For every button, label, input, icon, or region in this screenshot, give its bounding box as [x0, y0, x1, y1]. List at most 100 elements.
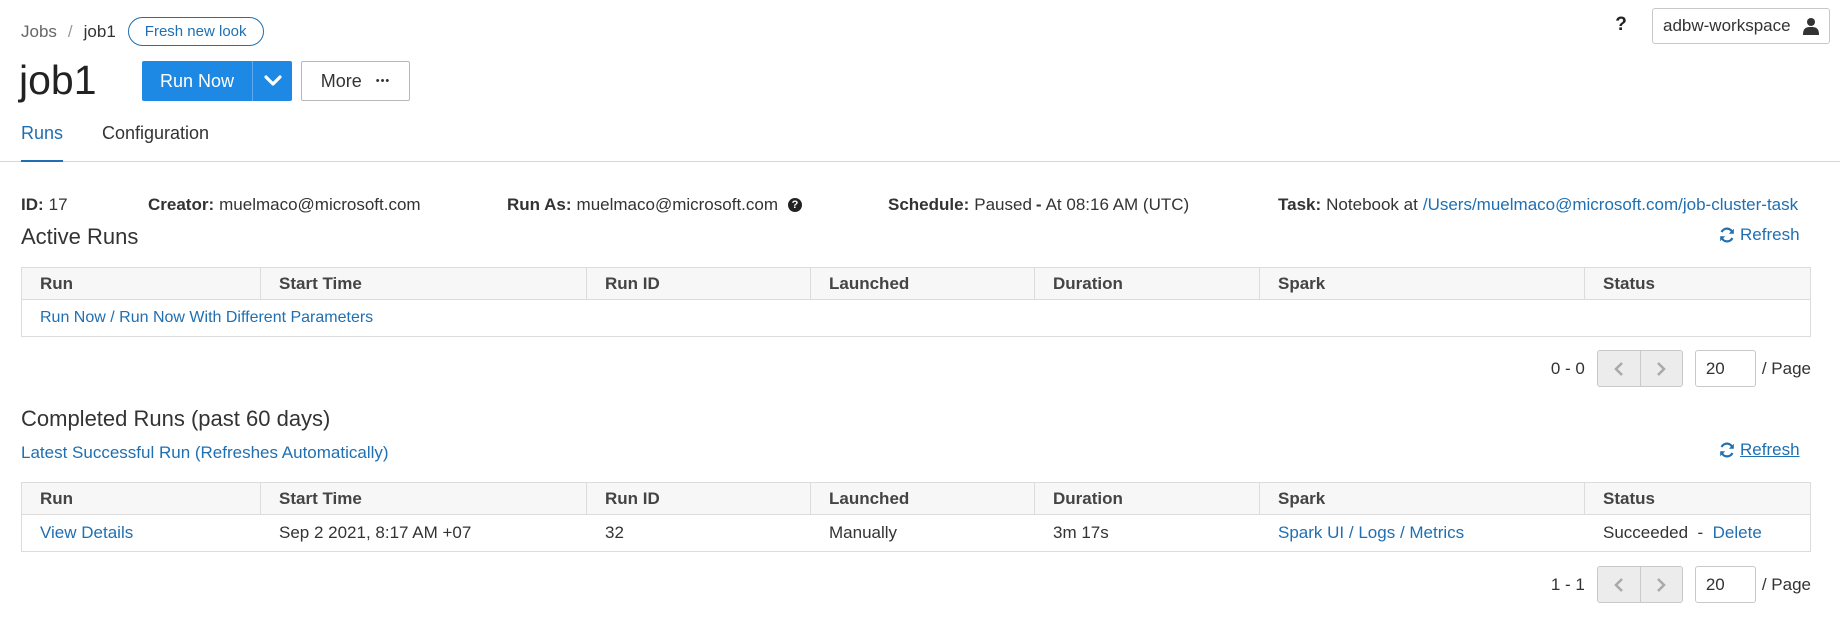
active-runs-empty-row: Run Now / Run Now With Different Paramet… [22, 300, 1810, 336]
per-page-label: / Page [1761, 574, 1811, 594]
run-now-button[interactable]: Run Now [142, 61, 252, 101]
id-label: ID: [21, 195, 44, 214]
tab-bar: Runs Configuration [0, 115, 1840, 162]
schedule-separator: - [1035, 195, 1042, 214]
completed-runs-title: Completed Runs (past 60 days) [21, 406, 331, 431]
refresh-label: Refresh [1740, 440, 1800, 459]
refresh-icon [1720, 227, 1734, 243]
completed-runs-refresh-button[interactable]: Refresh [1719, 440, 1800, 460]
status-cell: Succeeded - Delete [1585, 523, 1810, 543]
help-icon[interactable]: ? [1610, 14, 1632, 36]
start-time-cell: Sep 2 2021, 8:17 AM +07 [279, 523, 472, 542]
spark-ui-link[interactable]: Spark UI [1278, 523, 1344, 542]
per-page-label: / Page [1761, 358, 1811, 378]
active-runs-title: Active Runs [21, 224, 139, 249]
breadcrumb-separator: / [67, 21, 73, 41]
table-header: Run Start Time Run ID Launched Duration … [22, 268, 1810, 300]
workspace-menu-button[interactable]: adbw-workspace [1652, 8, 1830, 44]
table-row: View Details Sep 2 2021, 8:17 AM +07 32 … [22, 515, 1810, 551]
view-details-link[interactable]: View Details [40, 523, 133, 542]
task-notebook-link[interactable]: /Users/muelmaco@microsoft.com/job-cluste… [1423, 195, 1798, 215]
more-label: More [320, 70, 362, 91]
job-id: ID: 17 [21, 195, 68, 215]
latest-successful-run-link[interactable]: Latest Successful Run (Refreshes Automat… [21, 443, 389, 463]
spark-cell: Spark UI / Logs / Metrics [1260, 523, 1585, 543]
tab-configuration[interactable]: Configuration [102, 123, 209, 162]
launched-cell: Manually [829, 523, 898, 542]
logs-link[interactable]: Logs [1358, 523, 1395, 542]
breadcrumb-jobs-link[interactable]: Jobs [21, 22, 57, 42]
column-header-status[interactable]: Status [1585, 483, 1810, 514]
status-text: Succeeded [1603, 523, 1689, 542]
job-creator: Creator: muelmaco@microsoft.com [148, 195, 421, 215]
column-header-run-id[interactable]: Run ID [587, 268, 811, 299]
workspace-label: adbw-workspace [1663, 16, 1791, 35]
pagination-buttons [1596, 350, 1683, 387]
column-header-run[interactable]: Run [22, 483, 261, 514]
column-header-start-time[interactable]: Start Time [261, 268, 587, 299]
link-separator: / [105, 309, 120, 326]
active-runs-pagination: 0 - 0 / Page [1551, 350, 1811, 387]
column-header-spark[interactable]: Spark [1260, 483, 1585, 514]
pagination-range: 0 - 0 [1550, 358, 1585, 378]
link-separator: / [1399, 523, 1410, 542]
breadcrumb-current: job1 [83, 21, 116, 41]
column-header-start-time[interactable]: Start Time [261, 483, 587, 514]
link-separator: / [1348, 523, 1359, 542]
user-icon [1803, 18, 1819, 35]
page-title: job1 [19, 57, 97, 103]
previous-page-button[interactable] [1598, 351, 1640, 386]
chevron-down-icon [263, 75, 282, 86]
duration-cell: 3m 17s [1053, 523, 1109, 542]
creator-value: muelmaco@microsoft.com [219, 195, 421, 214]
page-size-input[interactable] [1694, 566, 1756, 603]
run-now-dropdown-button[interactable] [252, 61, 292, 101]
previous-page-button[interactable] [1598, 567, 1640, 602]
id-value: 17 [48, 195, 68, 214]
column-header-launched[interactable]: Launched [811, 268, 1035, 299]
run-as-value: muelmaco@microsoft.com [576, 195, 778, 214]
column-header-run[interactable]: Run [22, 268, 261, 299]
metrics-link[interactable]: Metrics [1409, 523, 1464, 542]
completed-runs-table: Run Start Time Run ID Launched Duration … [21, 482, 1811, 552]
chevron-right-icon [1657, 361, 1667, 376]
pagination-range: 1 - 1 [1550, 574, 1585, 594]
next-page-button[interactable] [1639, 567, 1682, 602]
run-now-link[interactable]: Run Now [40, 309, 106, 327]
schedule-time: At 08:16 AM (UTC) [1045, 195, 1190, 214]
column-header-launched[interactable]: Launched [811, 483, 1035, 514]
tab-runs[interactable]: Runs [21, 123, 63, 162]
pagination-buttons [1596, 566, 1683, 603]
ellipsis-icon: ••• [375, 75, 391, 87]
job-run-as: Run As: muelmaco@microsoft.com ? [507, 195, 802, 215]
task-label: Task: [1278, 195, 1322, 214]
task-prefix: Notebook at [1326, 195, 1418, 214]
question-circle-icon[interactable]: ? [788, 198, 802, 212]
run-as-label: Run As: [507, 195, 572, 214]
run-id-cell: 32 [605, 523, 624, 542]
job-schedule: Schedule: Paused - At 08:16 AM (UTC) [888, 195, 1189, 215]
delete-run-link[interactable]: Delete [1713, 523, 1762, 542]
column-header-run-id[interactable]: Run ID [587, 483, 811, 514]
refresh-label: Refresh [1740, 225, 1800, 244]
run-with-parameters-link[interactable]: Run Now With Different Parameters [119, 309, 373, 327]
status-separator: - [1692, 523, 1708, 542]
schedule-label: Schedule: [888, 195, 970, 214]
column-header-spark[interactable]: Spark [1260, 268, 1585, 299]
chevron-left-icon [1614, 361, 1623, 376]
next-page-button[interactable] [1639, 351, 1682, 386]
table-header: Run Start Time Run ID Launched Duration … [22, 483, 1810, 515]
column-header-duration[interactable]: Duration [1035, 268, 1260, 299]
column-header-status[interactable]: Status [1585, 268, 1810, 299]
fresh-new-look-button[interactable]: Fresh new look [127, 17, 264, 46]
completed-runs-pagination: 1 - 1 / Page [1551, 566, 1811, 603]
chevron-left-icon [1614, 577, 1623, 592]
page-size-input[interactable] [1694, 350, 1756, 387]
run-now-button-group: Run Now [142, 61, 292, 101]
chevron-right-icon [1657, 577, 1667, 592]
active-runs-refresh-button[interactable]: Refresh [1719, 225, 1800, 245]
more-button[interactable]: More ••• [301, 61, 410, 101]
creator-label: Creator: [148, 195, 215, 214]
column-header-duration[interactable]: Duration [1035, 483, 1260, 514]
active-runs-table: Run Start Time Run ID Launched Duration … [21, 267, 1811, 337]
